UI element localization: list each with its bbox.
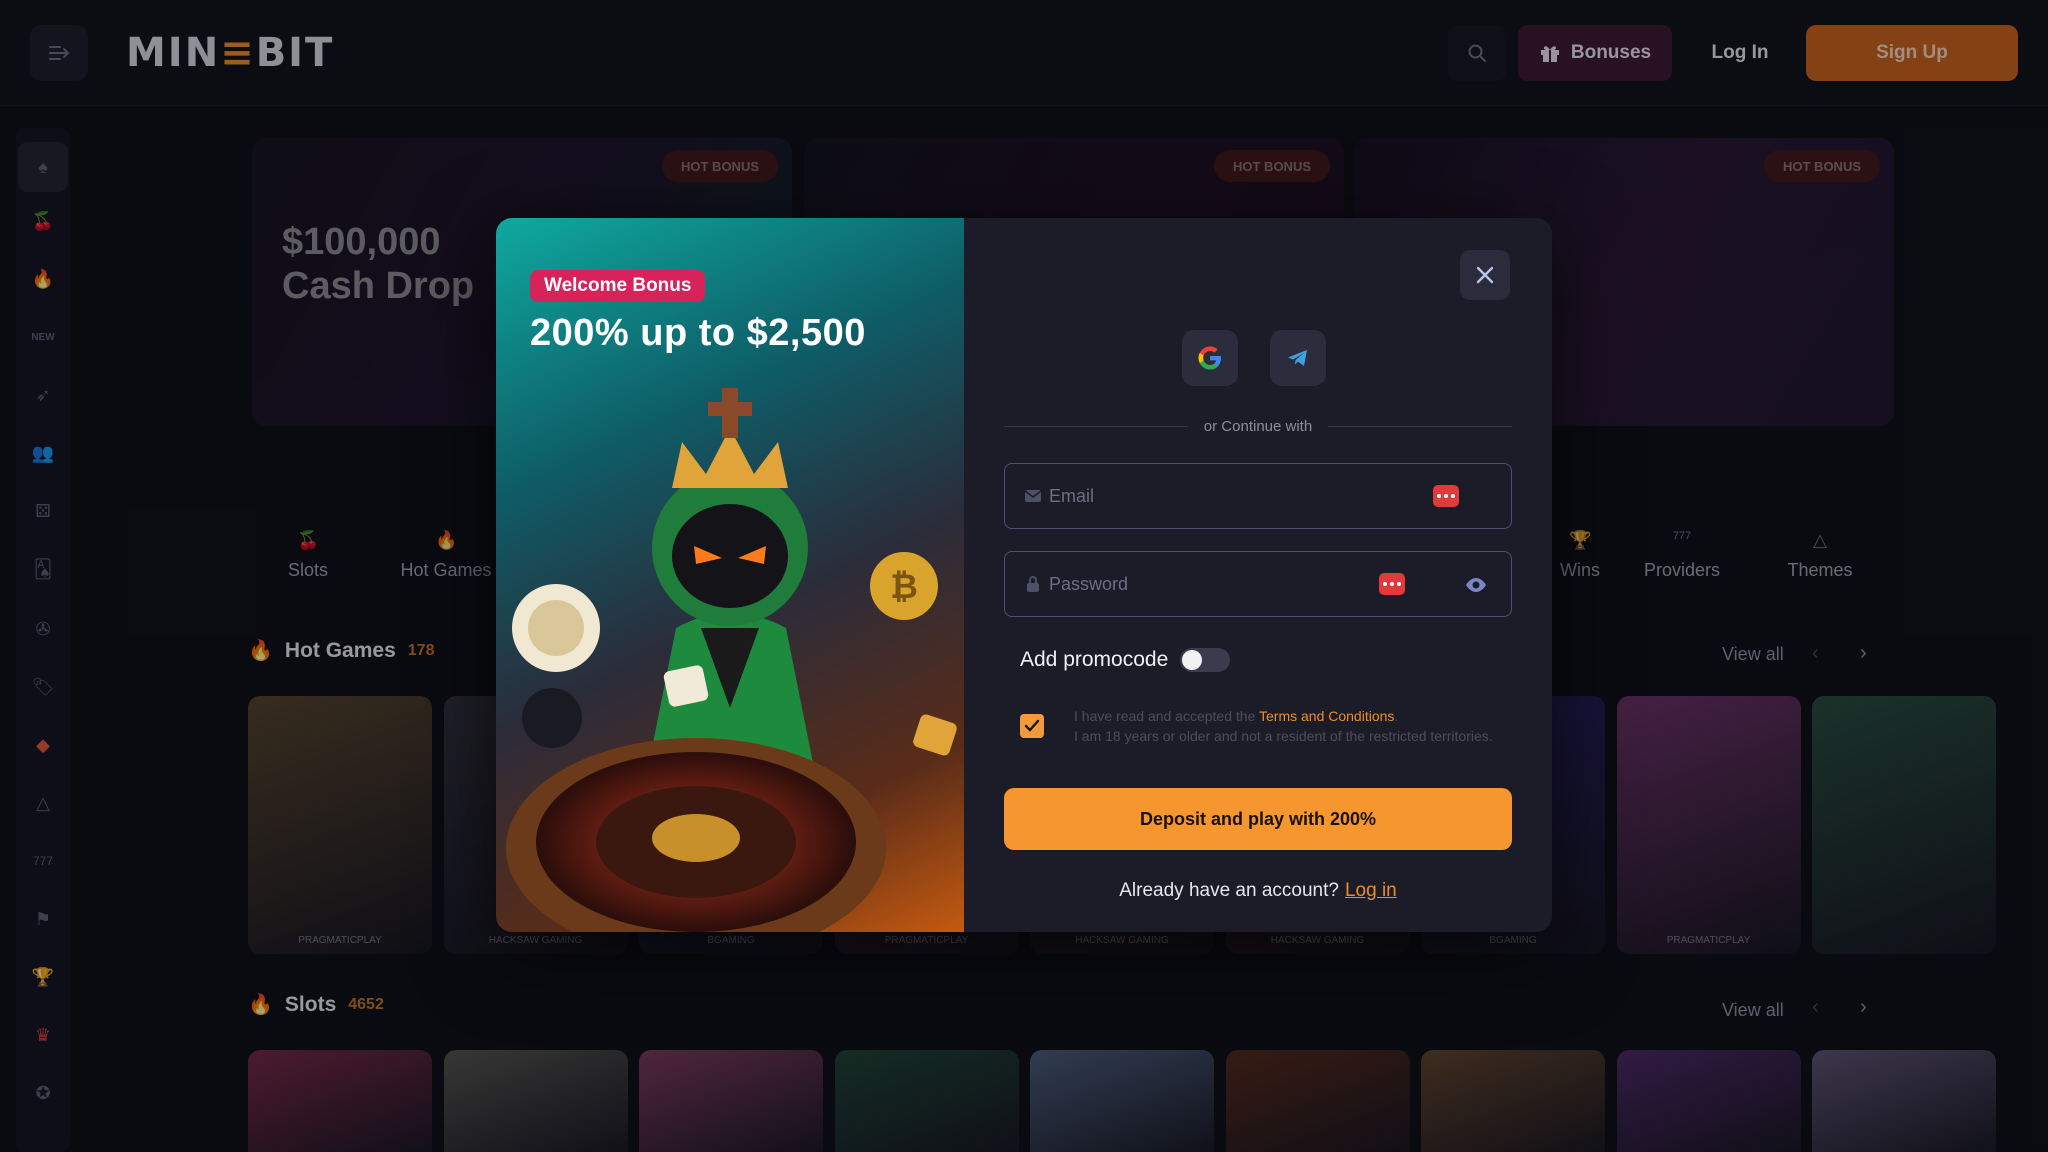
terms-link[interactable]: Terms and Conditions — [1259, 708, 1394, 724]
google-icon — [1198, 346, 1221, 370]
login-prompt: Already have an account? Log in — [964, 880, 1552, 902]
telegram-icon — [1288, 350, 1307, 366]
password-manager-icon[interactable] — [1379, 573, 1405, 595]
checkmark-icon — [1024, 719, 1040, 732]
password-placeholder: Password — [1049, 574, 1129, 594]
terms-suffix: . — [1394, 708, 1399, 724]
telegram-login-button[interactable] — [1270, 330, 1326, 386]
close-icon — [1476, 266, 1494, 284]
deposit-and-play-button[interactable]: Deposit and play with 200% — [1004, 788, 1512, 850]
google-login-button[interactable] — [1182, 330, 1238, 386]
mascot-roulette-illustration: ₿ — [506, 388, 957, 932]
login-link[interactable]: Log in — [1345, 880, 1397, 901]
welcome-bonus-panel: Welcome Bonus 200% up to $2,500 ₿ — [496, 218, 964, 932]
password-field[interactable]: Password — [1004, 551, 1512, 617]
eye-icon[interactable] — [1465, 574, 1487, 596]
welcome-bonus-badge: Welcome Bonus — [530, 270, 706, 302]
promocode-label: Add promocode — [1020, 648, 1169, 671]
terms-prefix: I have read and accepted the — [1074, 708, 1259, 724]
terms-text: I have read and accepted the Terms and C… — [1074, 706, 1514, 746]
email-field[interactable]: Email — [1004, 463, 1512, 529]
password-manager-icon[interactable] — [1433, 485, 1459, 507]
divider-text: or Continue with — [1203, 417, 1313, 435]
promocode-toggle[interactable] — [1180, 648, 1231, 672]
close-modal-button[interactable] — [1460, 250, 1510, 300]
envelope-icon — [1024, 490, 1042, 502]
terms-checkbox[interactable] — [1020, 714, 1044, 738]
signup-form: or Continue with Email Password Add prom… — [964, 218, 1552, 932]
lock-icon — [1027, 576, 1039, 592]
age-statement: I am 18 years or older and not a residen… — [1074, 728, 1493, 744]
login-prompt-text: Already have an account? — [1119, 880, 1339, 901]
email-placeholder: Email — [1049, 486, 1095, 506]
promocode-row: Add promocode — [1020, 648, 1231, 672]
social-divider: or Continue with — [1004, 414, 1512, 438]
svg-text:₿: ₿ — [890, 567, 918, 607]
bonus-headline: 200% up to $2,500 — [530, 312, 866, 354]
signup-modal: Welcome Bonus 200% up to $2,500 ₿ or Con… — [496, 218, 1552, 932]
